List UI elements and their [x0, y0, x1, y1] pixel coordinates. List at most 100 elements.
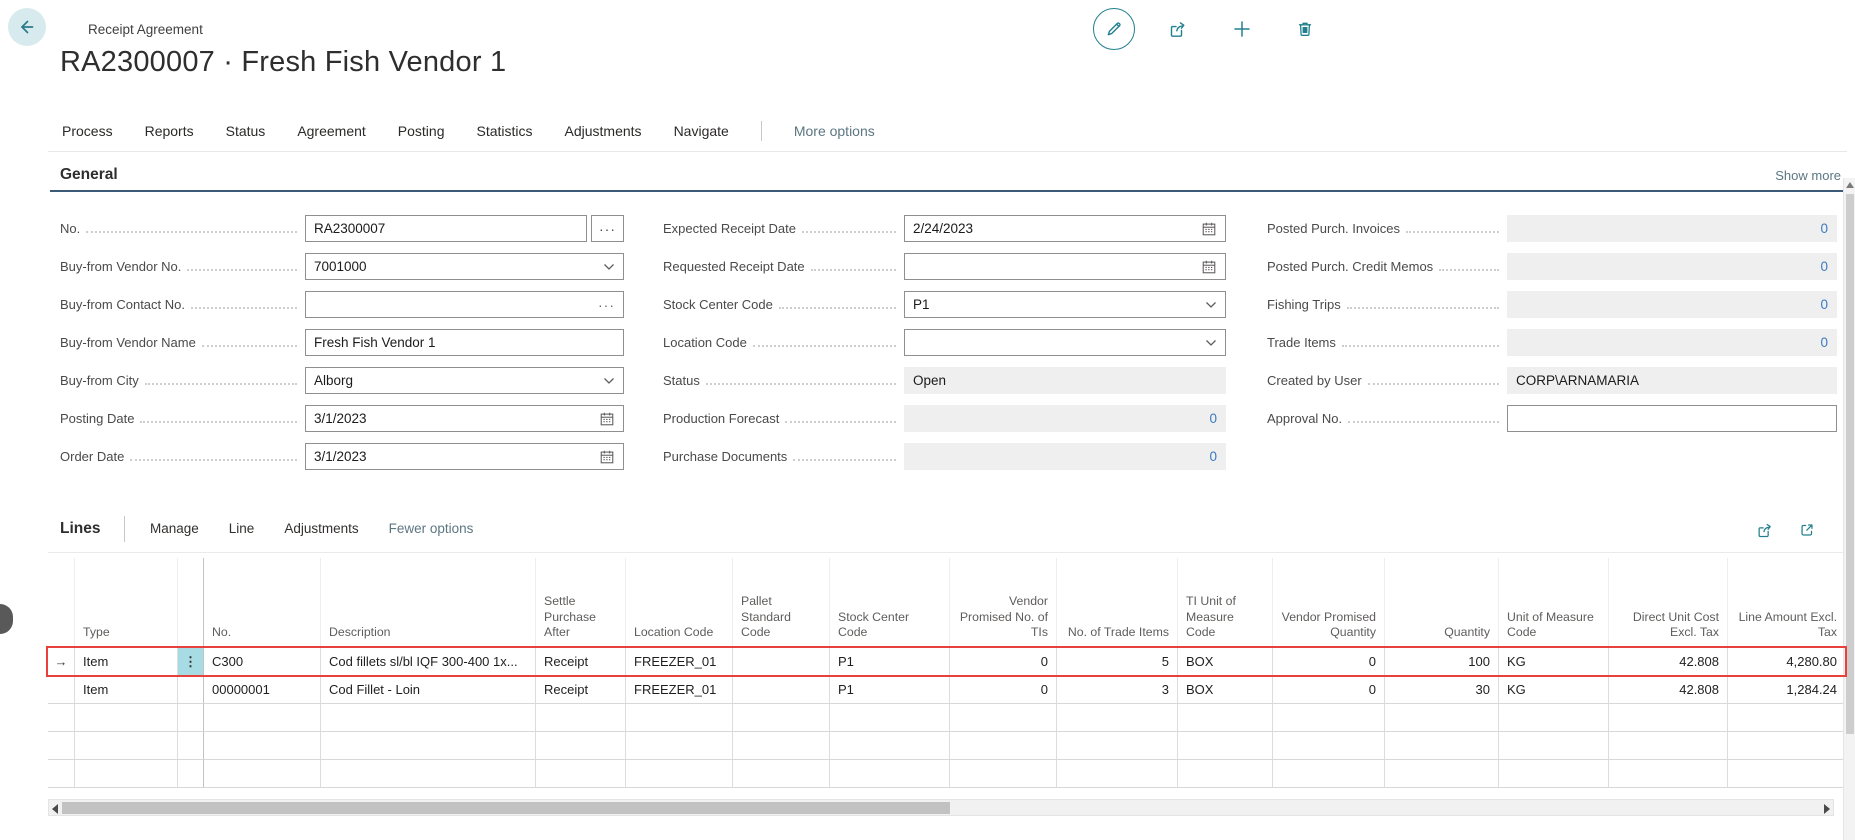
cell-direct-unit-cost[interactable]: 42.808 — [1609, 676, 1728, 704]
line-row-1[interactable]: → Item ⋮ C300 Cod fillets sl/bl IQF 300-… — [48, 648, 1845, 676]
no-input[interactable]: RA2300007 — [305, 215, 587, 242]
cell-quantity[interactable]: 30 — [1385, 676, 1499, 704]
cell-settle-purchase-after[interactable]: Receipt — [536, 676, 626, 704]
col-header-ti-unit-of-measure-code[interactable]: TI Unit of Measure Code — [1178, 558, 1273, 648]
show-more-link[interactable]: Show more — [1775, 168, 1841, 183]
chevron-down-icon[interactable] — [1205, 339, 1217, 347]
cell-line-amount[interactable]: 4,280.80 — [1728, 648, 1845, 676]
more-options-link[interactable]: More options — [794, 123, 875, 139]
empty-row[interactable] — [48, 732, 1845, 760]
cell-type[interactable]: Item — [75, 676, 178, 704]
cell-direct-unit-cost[interactable]: 42.808 — [1609, 648, 1728, 676]
lines-menu-line[interactable]: Line — [229, 521, 255, 536]
calendar-icon[interactable] — [599, 411, 615, 427]
cell-vendor-promised-quantity[interactable]: 0 — [1273, 676, 1385, 704]
fishing-trips-drilldown[interactable]: 0 — [1507, 291, 1837, 318]
buy-from-vendor-no-input[interactable]: 7001000 — [305, 253, 624, 280]
cell-unit-of-measure-code[interactable]: KG — [1499, 648, 1609, 676]
chevron-down-icon[interactable] — [603, 263, 615, 271]
vertical-scrollbar[interactable] — [1843, 178, 1855, 840]
cell-vendor-promised-no-of-tis[interactable]: 0 — [950, 676, 1057, 704]
col-header-vendor-promised-quantity[interactable]: Vendor Promised Quantity — [1273, 558, 1385, 648]
menu-item-agreement[interactable]: Agreement — [297, 123, 365, 139]
empty-row[interactable] — [48, 704, 1845, 732]
col-header-settle-purchase-after[interactable]: Settle Purchase After — [536, 558, 626, 648]
horizontal-scrollbar-thumb[interactable] — [62, 802, 950, 814]
cell-settle-purchase-after[interactable]: Receipt — [536, 648, 626, 676]
buy-from-vendor-name-input[interactable]: Fresh Fish Vendor 1 — [305, 329, 624, 356]
menu-item-posting[interactable]: Posting — [398, 123, 445, 139]
cell-pallet-standard-code[interactable] — [733, 676, 830, 704]
row-selector[interactable] — [48, 676, 75, 704]
no-assist-button[interactable]: ··· — [591, 215, 624, 242]
col-header-location-code[interactable]: Location Code — [626, 558, 733, 648]
lines-popout-button[interactable] — [1795, 518, 1819, 542]
cell-description[interactable]: Cod fillets sl/bl IQF 300-400 1x... — [321, 648, 536, 676]
posting-date-input[interactable]: 3/1/2023 — [305, 405, 624, 432]
cell-stock-center-code[interactable]: P1 — [830, 648, 950, 676]
row-menu-cell[interactable] — [178, 676, 204, 704]
menu-item-status[interactable]: Status — [226, 123, 266, 139]
cell-no[interactable]: C300 — [204, 648, 321, 676]
buy-from-city-input[interactable]: Alborg — [305, 367, 624, 394]
chevron-down-icon[interactable] — [603, 377, 615, 385]
expected-receipt-date-input[interactable]: 2/24/2023 — [904, 215, 1226, 242]
lines-share-button[interactable] — [1753, 518, 1777, 542]
approval-no-input[interactable] — [1507, 405, 1837, 432]
cell-no-of-trade-items[interactable]: 3 — [1057, 676, 1178, 704]
purchase-documents-drilldown[interactable]: 0 — [904, 443, 1226, 470]
row-selector-arrow-icon[interactable]: → — [48, 648, 75, 676]
posted-purch-invoices-drilldown[interactable]: 0 — [1507, 215, 1837, 242]
location-code-input[interactable] — [904, 329, 1226, 356]
fewer-options-link[interactable]: Fewer options — [389, 521, 474, 536]
menu-item-statistics[interactable]: Statistics — [477, 123, 533, 139]
cell-no-of-trade-items[interactable]: 5 — [1057, 648, 1178, 676]
stock-center-code-input[interactable]: P1 — [904, 291, 1226, 318]
buy-from-contact-no-input[interactable]: ··· — [305, 291, 624, 318]
col-header-line-amount[interactable]: Line Amount Excl. Tax — [1728, 558, 1845, 648]
menu-item-adjustments[interactable]: Adjustments — [565, 123, 642, 139]
trade-items-drilldown[interactable]: 0 — [1507, 329, 1837, 356]
menu-item-navigate[interactable]: Navigate — [674, 123, 729, 139]
cell-location-code[interactable]: FREEZER_01 — [626, 676, 733, 704]
add-button[interactable] — [1222, 9, 1262, 49]
col-header-unit-of-measure-code[interactable]: Unit of Measure Code — [1499, 558, 1609, 648]
calendar-icon[interactable] — [1201, 259, 1217, 275]
col-header-pallet-standard-code[interactable]: Pallet Standard Code — [733, 558, 830, 648]
chevron-down-icon[interactable] — [1205, 301, 1217, 309]
line-row-2[interactable]: Item 00000001 Cod Fillet - Loin Receipt … — [48, 676, 1845, 704]
back-button[interactable] — [8, 8, 46, 46]
row-menu-dots-icon[interactable]: ⋮ — [178, 648, 204, 676]
col-header-direct-unit-cost[interactable]: Direct Unit Cost Excl. Tax — [1609, 558, 1728, 648]
col-header-no-of-trade-items[interactable]: No. of Trade Items — [1057, 558, 1178, 648]
calendar-icon[interactable] — [1201, 221, 1217, 237]
cell-description[interactable]: Cod Fillet - Loin — [321, 676, 536, 704]
ellipsis-assist-icon[interactable]: ··· — [598, 297, 615, 313]
production-forecast-drilldown[interactable]: 0 — [904, 405, 1226, 432]
scroll-right-arrow-icon[interactable] — [1824, 804, 1830, 814]
empty-row[interactable] — [48, 760, 1845, 788]
scroll-up-arrow-icon[interactable] — [1846, 182, 1854, 188]
col-header-vendor-promised-no-of-tis[interactable]: Vendor Promised No. of TIs — [950, 558, 1057, 648]
cell-location-code[interactable]: FREEZER_01 — [626, 648, 733, 676]
col-header-no[interactable]: No. — [204, 558, 321, 648]
cell-ti-unit-of-measure-code[interactable]: BOX — [1178, 648, 1273, 676]
cell-vendor-promised-no-of-tis[interactable]: 0 — [950, 648, 1057, 676]
col-header-quantity[interactable]: Quantity — [1385, 558, 1499, 648]
cell-stock-center-code[interactable]: P1 — [830, 676, 950, 704]
calendar-icon[interactable] — [599, 449, 615, 465]
vertical-scrollbar-thumb[interactable] — [1846, 194, 1854, 734]
cell-type[interactable]: Item — [75, 648, 178, 676]
cell-line-amount[interactable]: 1,284.24 — [1728, 676, 1845, 704]
edit-button[interactable] — [1093, 8, 1135, 50]
lines-menu-manage[interactable]: Manage — [150, 521, 199, 536]
delete-button[interactable] — [1285, 9, 1325, 49]
cell-no[interactable]: 00000001 — [204, 676, 321, 704]
horizontal-scrollbar[interactable] — [48, 799, 1834, 816]
col-header-description[interactable]: Description — [321, 558, 536, 648]
requested-receipt-date-input[interactable] — [904, 253, 1226, 280]
menu-item-process[interactable]: Process — [62, 123, 113, 139]
cell-vendor-promised-quantity[interactable]: 0 — [1273, 648, 1385, 676]
cell-quantity[interactable]: 100 — [1385, 648, 1499, 676]
cell-unit-of-measure-code[interactable]: KG — [1499, 676, 1609, 704]
